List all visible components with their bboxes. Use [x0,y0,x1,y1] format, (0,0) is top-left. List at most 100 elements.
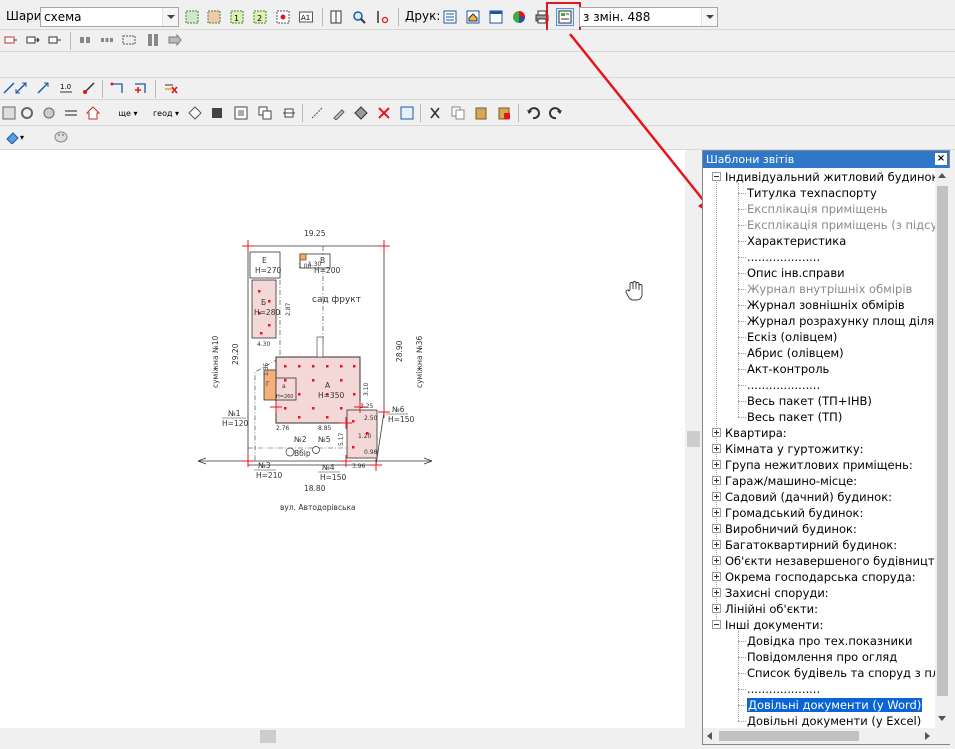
expand-plus-icon[interactable] [712,604,721,613]
tree-report-item[interactable]: Весь пакет (ТП+ІНВ) [747,393,935,409]
tree-report-item[interactable]: Характеристика [747,233,935,249]
zoom-icon[interactable] [350,8,368,26]
pie-chart-icon[interactable] [510,8,528,26]
layer-icon-5[interactable] [274,8,292,26]
eraser-icon[interactable]: ▾ [0,128,30,146]
tree-group-item[interactable]: Квартира: [725,425,935,441]
node-icon-1[interactable] [108,79,126,97]
expand-plus-icon[interactable] [712,572,721,581]
changes-select[interactable]: з змін. 488 [579,7,718,27]
print-form-icon[interactable] [487,8,505,26]
tree-group-item[interactable]: Об'єкти незавершеного будівництва: [725,553,935,569]
house-icon[interactable] [84,104,102,122]
tree-report-item[interactable]: .................... [747,249,935,265]
expand-plus-icon[interactable] [712,524,721,533]
pen-icon[interactable] [330,104,348,122]
cut-icon[interactable] [426,104,444,122]
layer-icon-2[interactable] [205,8,223,26]
canvas-vscroll-thumb[interactable] [687,431,700,447]
tree-group-item[interactable]: Садовий (дачний) будинок: [725,489,935,505]
grid-icon-3[interactable] [120,31,138,49]
expand-plus-icon[interactable] [712,460,721,469]
tree-report-item[interactable]: Журнал внутрішніх обмірів [747,281,935,297]
copy-icon[interactable] [449,104,467,122]
tree-group-item[interactable]: Гараж/машино-місце: [725,473,935,489]
tree-report-item[interactable]: .................... [747,681,935,697]
tree-report-item[interactable]: Опис інв.справи [747,265,935,281]
book-icon[interactable] [327,8,345,26]
frame-icon-2[interactable] [256,104,274,122]
print-table-icon[interactable] [441,8,459,26]
grid-icon-4[interactable] [144,31,162,49]
tree-report-item[interactable]: Журнал розрахунку площ ділянки [747,313,935,329]
insert-icon-2[interactable] [24,31,42,49]
tree-group-item[interactable]: Кімната у гуртожитку: [725,441,935,457]
tree-group-item[interactable]: Виробничий будинок: [725,521,935,537]
canvas-vertical-scrollbar[interactable] [685,150,702,728]
square-icon[interactable] [208,104,226,122]
tree-report-item[interactable]: .................... [747,377,935,393]
tree-group-item[interactable]: Індивідуальний житловий будинок [725,169,935,185]
scroll-down-icon[interactable] [938,716,946,721]
draw-icon-2[interactable] [12,79,30,97]
tree-group-item[interactable]: Інші документи: [725,617,935,633]
rotate-icon[interactable] [18,104,36,122]
tree-report-item[interactable]: Весь пакет (ТП) [747,409,935,425]
tree-report-item[interactable]: Титулка техпаспорту [747,185,935,201]
tree-vscroll-thumb[interactable] [937,186,948,696]
dimension-icon[interactable]: 1.0 [57,79,75,97]
tree-report-item[interactable]: Експлікація приміщень [747,201,935,217]
tree-report-item[interactable]: Довільні документи (у Word) [747,697,935,713]
layer-icon-1[interactable] [183,8,201,26]
paste-special-icon[interactable] [495,104,513,122]
frame-icon-1[interactable] [232,104,250,122]
more-dropdown[interactable]: ще ▾ [108,104,148,122]
layers-select[interactable]: схема [40,7,179,27]
layer-icon-4[interactable]: 2 [251,8,269,26]
tree-group-item[interactable]: Лінійні об'єкти: [725,601,935,617]
expand-plus-icon[interactable] [712,476,721,485]
tool-icon-2[interactable] [40,104,58,122]
tree-report-item[interactable]: Довільні документи (у Excel) [747,713,935,728]
canvas-hscroll-thumb[interactable] [260,730,276,743]
tree-report-item[interactable]: Ескіз (олівцем) [747,329,935,345]
layer-text-icon[interactable]: A1 [297,8,315,26]
scroll-up-icon[interactable] [938,173,946,178]
tree-report-item[interactable]: Журнал зовнішніх обмірів [747,297,935,313]
draw-icon-4[interactable] [80,79,98,97]
tool-icon-1[interactable] [0,104,18,122]
close-icon[interactable]: × [935,153,947,165]
palette-icon[interactable] [52,128,70,146]
frame-icon-3[interactable] [280,104,298,122]
tree-report-item[interactable]: Акт-контроль [747,361,935,377]
tree-horizontal-scrollbar[interactable] [703,728,950,744]
scroll-right-icon[interactable] [925,732,930,740]
drawing-canvas[interactable]: 19.25 18.80 вул. Автодорівська сад фрукт… [0,150,685,728]
hatch-icon[interactable] [352,104,370,122]
grid-icon-2[interactable] [98,31,116,49]
tool-icon-5[interactable] [398,104,416,122]
tree-group-item[interactable]: Окрема господарська споруда: [725,569,935,585]
expand-plus-icon[interactable] [712,492,721,501]
measure-icon[interactable] [373,8,391,26]
scroll-left-icon[interactable] [707,732,712,740]
tree-group-item[interactable]: Громадський будинок: [725,505,935,521]
tree-group-item[interactable]: Багатоквартирний будинок: [725,537,935,553]
draw-icon-3[interactable] [34,79,52,97]
geodesy-dropdown[interactable]: геод ▾ [148,104,184,122]
tree-vertical-scrollbar[interactable] [935,168,950,728]
insert-icon-1[interactable] [2,31,20,49]
tree-report-item[interactable]: Довідка про тех.показники [747,633,935,649]
collapse-minus-icon[interactable] [712,172,721,181]
grid-icon-5[interactable] [166,31,184,49]
expand-plus-icon[interactable] [712,540,721,549]
delete-node-icon[interactable] [162,79,180,97]
expand-plus-icon[interactable] [712,508,721,517]
print-house-icon[interactable] [464,8,482,26]
delete-icon-1[interactable] [375,104,393,122]
expand-plus-icon[interactable] [712,588,721,597]
undo-icon[interactable] [524,104,542,122]
diamond-icon[interactable] [186,104,204,122]
tree-group-item[interactable]: Група нежитлових приміщень: [725,457,935,473]
tree-report-item[interactable]: Список будівель та споруд з площами [747,665,935,681]
